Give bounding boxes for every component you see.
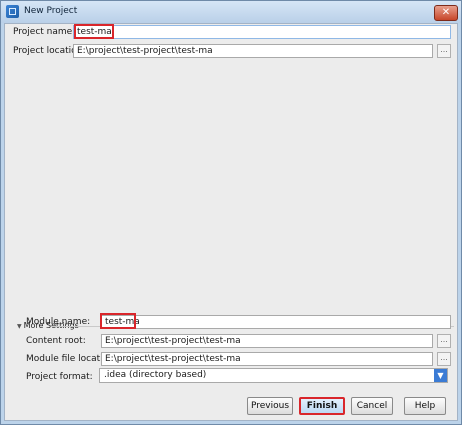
- module-name-label: Module name:: [26, 317, 91, 327]
- finish-button[interactable]: Finish: [299, 397, 345, 415]
- dropdown-arrow-icon[interactable]: ▼: [434, 369, 447, 382]
- new-project-dialog: New Project ✕ Project name: test-ma Proj…: [0, 0, 462, 425]
- project-format-value: .idea (directory based): [104, 370, 207, 380]
- content-root-browse-button[interactable]: ...: [437, 334, 451, 348]
- title-bar[interactable]: New Project ✕: [1, 1, 461, 23]
- content-root-label: Content root:: [26, 336, 86, 346]
- project-name-label: Project name:: [13, 27, 76, 37]
- cancel-button[interactable]: Cancel: [351, 397, 393, 415]
- app-icon: [6, 5, 19, 18]
- dialog-body: Project name: test-ma Project location: …: [4, 23, 458, 421]
- dialog-title: New Project: [24, 6, 78, 16]
- module-file-location-browse-button[interactable]: ...: [437, 352, 451, 366]
- module-name-highlight: [100, 313, 136, 329]
- module-file-location-input[interactable]: E:\project\test-project\test-ma: [101, 352, 433, 366]
- project-format-dropdown[interactable]: .idea (directory based) ▼: [99, 368, 448, 383]
- close-button[interactable]: ✕: [434, 5, 458, 21]
- module-name-input[interactable]: test-ma: [101, 315, 451, 329]
- project-name-highlight: [74, 24, 114, 39]
- project-format-label: Project format:: [26, 372, 93, 382]
- project-location-browse-button[interactable]: ...: [437, 44, 451, 58]
- collapse-triangle-icon: ▼: [17, 323, 22, 330]
- project-name-input[interactable]: test-ma: [73, 25, 451, 39]
- help-button[interactable]: Help: [404, 397, 446, 415]
- previous-button[interactable]: Previous: [247, 397, 293, 415]
- project-location-input[interactable]: E:\project\test-project\test-ma: [73, 44, 433, 58]
- content-root-input[interactable]: E:\project\test-project\test-ma: [101, 334, 433, 348]
